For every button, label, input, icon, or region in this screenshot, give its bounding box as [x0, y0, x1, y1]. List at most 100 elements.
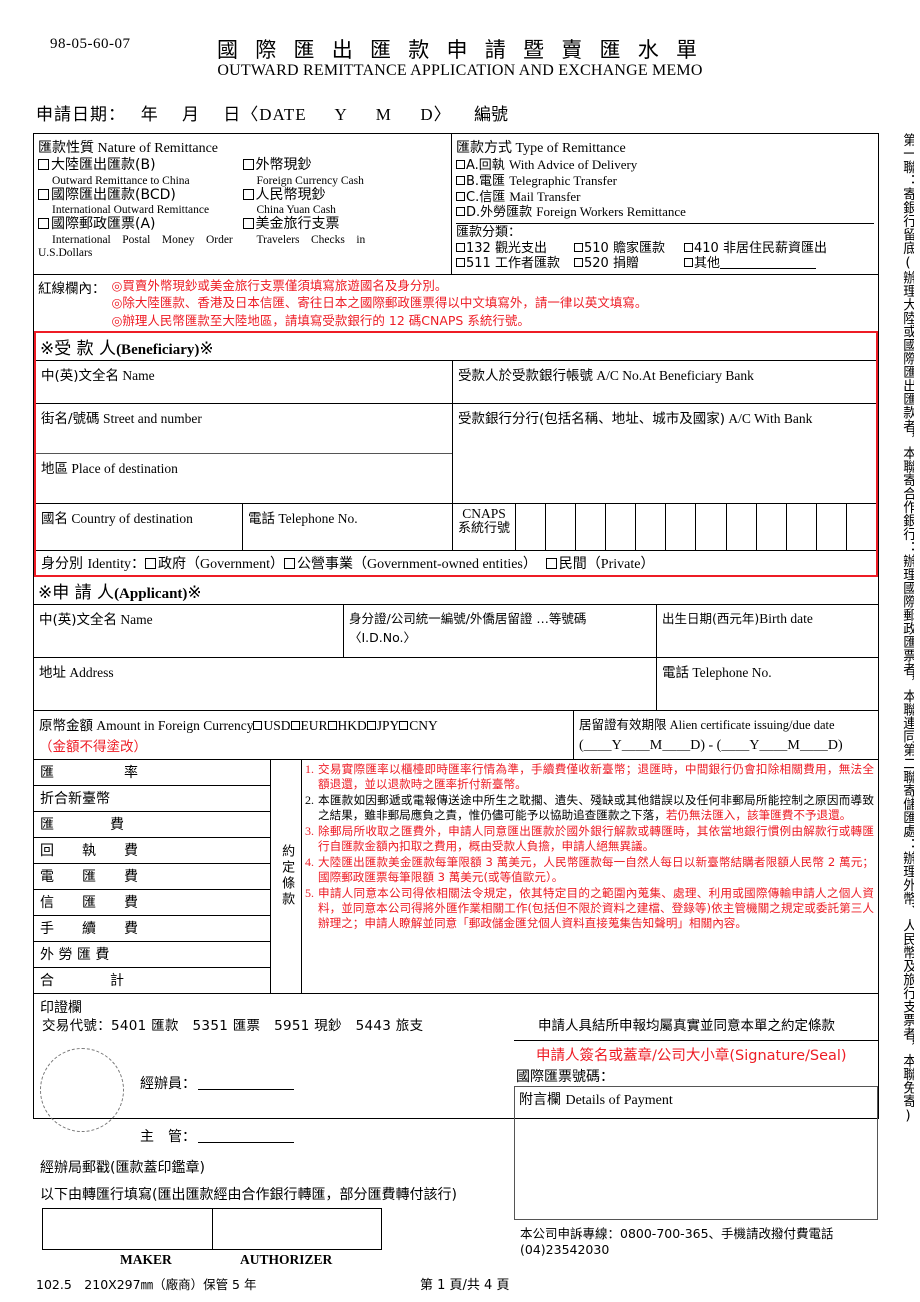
- fee-row[interactable]: 回 執 費: [34, 838, 270, 864]
- cnaps-cell-7[interactable]: [695, 503, 725, 550]
- applicant-address-field[interactable]: 地址 Address: [34, 657, 657, 710]
- checkbox-icon[interactable]: [684, 258, 693, 268]
- checkbox-icon[interactable]: [574, 258, 583, 268]
- nature-option-china-outward[interactable]: 大陸匯出匯款(B): [38, 157, 243, 174]
- authorizer-box[interactable]: [211, 1209, 382, 1249]
- beneficiary-telephone-field[interactable]: 電話 Telephone No.: [243, 503, 453, 550]
- checkbox-icon[interactable]: [327, 720, 337, 730]
- identity-option-state-owned[interactable]: 公營事業: [297, 556, 353, 572]
- checkbox-icon[interactable]: [242, 218, 254, 230]
- checkbox-icon[interactable]: [242, 159, 254, 170]
- supervisor-signature-input[interactable]: [198, 1129, 294, 1143]
- application-date-line[interactable]: 申請日期： 年 月 日〈DATE Y M D〉: [36, 100, 452, 125]
- beneficiary-bank-field[interactable]: 受款銀行分行(包括名稱、地址、城市及國家) A/C With Bank: [453, 404, 876, 503]
- term-text: 除郵局所收取之匯費外，申請人同意匯出匯款於國外銀行解款或轉匯時，其依當地銀行慣例…: [318, 824, 874, 854]
- nature-option-cny-cash[interactable]: 人民幣現鈔: [242, 187, 448, 204]
- cnaps-cell-1[interactable]: [515, 503, 545, 550]
- red-notice-block: 紅線欄內： ◎買賣外幣現鈔或美金旅行支票僅須填寫旅遊國名及身分別。 ◎除大陸匯款…: [34, 275, 878, 331]
- checkbox-icon[interactable]: [456, 175, 465, 185]
- cnaps-cell-4[interactable]: [605, 503, 635, 550]
- classification-option-other[interactable]: 其他: [684, 256, 817, 272]
- nature-option-travelers-checks[interactable]: 美金旅行支票: [242, 217, 448, 233]
- cnaps-cell-10[interactable]: [785, 503, 816, 550]
- cnaps-cell-12[interactable]: [845, 503, 876, 550]
- beneficiary-street-field[interactable]: 街名/號碼 Street and number: [36, 404, 452, 454]
- beneficiary-name-field[interactable]: 中(英)文全名 Name: [36, 360, 453, 403]
- details-of-payment-box[interactable]: 附言欄 Details of Payment: [514, 1086, 878, 1220]
- maker-box[interactable]: [43, 1209, 212, 1249]
- nature-of-remittance-block: 匯款性質 Nature of Remittance 大陸匯出匯款(B) Outw…: [34, 134, 452, 275]
- cnaps-cell-2[interactable]: [545, 503, 575, 550]
- maker-authorizer-boxes[interactable]: [42, 1208, 382, 1250]
- checkbox-icon[interactable]: [684, 242, 693, 252]
- clerk-signature-input[interactable]: [198, 1076, 294, 1090]
- clerk-signature-line[interactable]: 經辦員：: [140, 1073, 294, 1093]
- type-option-advice-of-delivery[interactable]: A.回執 With Advice of Delivery: [456, 157, 874, 174]
- checkbox-icon[interactable]: [456, 207, 465, 217]
- applicant-telephone-field[interactable]: 電話 Telephone No.: [657, 658, 878, 710]
- supervisor-signature-line[interactable]: 主 管：: [140, 1126, 294, 1146]
- amount-in-foreign-currency-field[interactable]: 原幣金額 Amount in Foreign Currency USD EUR HKD…: [34, 711, 573, 734]
- classification-option-410[interactable]: 410 非居住民薪資匯出: [684, 241, 827, 257]
- cnaps-cell-9[interactable]: [755, 503, 786, 550]
- fee-row[interactable]: 匯 費: [34, 812, 270, 838]
- fee-row[interactable]: 手 續 費: [34, 916, 270, 942]
- checkbox-icon[interactable]: [290, 720, 300, 730]
- cnaps-cell-11[interactable]: [815, 503, 846, 550]
- checkbox-icon[interactable]: [456, 242, 465, 252]
- cnaps-code-cells[interactable]: [515, 503, 876, 550]
- post-office-stamp-label: 經辦局郵戳(匯款蓋印鑑章): [40, 1160, 205, 1176]
- classification-option-510[interactable]: 510 贍家匯款: [574, 241, 684, 257]
- fee-row[interactable]: 電 匯 費: [34, 864, 270, 890]
- type-option-foreign-workers[interactable]: D.外勞匯款 Foreign Workers Remittance: [456, 205, 874, 221]
- checkbox-icon[interactable]: [283, 557, 295, 569]
- type-option-mail-transfer[interactable]: C.信匯 Mail Transfer: [456, 189, 874, 206]
- cnaps-label-cn: 系統行號: [457, 520, 510, 536]
- applicant-birthdate-field[interactable]: 出生日期(西元年)Birth date: [657, 605, 878, 657]
- applicant-id-field[interactable]: 身分證/公司統一編號/外僑居留證 …等號碼 〈I.D.No.〉: [344, 604, 657, 657]
- checkbox-icon[interactable]: [38, 159, 49, 170]
- checkbox-icon[interactable]: [242, 188, 254, 200]
- nature-heading-cn: 匯款性質: [38, 140, 94, 156]
- fee-row[interactable]: 外 勞 匯 費: [34, 942, 270, 968]
- other-classification-input[interactable]: [720, 256, 817, 270]
- alien-certificate-date-field[interactable]: (＿＿Y＿＿M＿＿D) - (＿＿Y＿＿M＿＿D): [574, 733, 878, 757]
- beneficiary-place-field[interactable]: 地區 Place of destination: [36, 454, 452, 503]
- checkbox-icon[interactable]: [574, 242, 583, 252]
- type-option-telegraphic-transfer[interactable]: B.電匯 Telegraphic Transfer: [456, 173, 874, 190]
- applicant-name-field[interactable]: 中(英)文全名 Name: [34, 604, 344, 657]
- draft-number-field[interactable]: 國際匯票號碼：: [514, 1066, 878, 1086]
- classification-option-511[interactable]: 511 工作者匯款: [456, 256, 574, 272]
- checkbox-icon[interactable]: [366, 720, 376, 730]
- checkbox-icon[interactable]: [456, 258, 465, 268]
- checkbox-icon[interactable]: [38, 218, 49, 230]
- cnaps-cell-8[interactable]: [725, 503, 756, 550]
- fee-row[interactable]: 信 匯 費: [34, 890, 270, 916]
- country-of-destination-field[interactable]: 國名 Country of destination: [36, 503, 243, 550]
- nature-option-international-outward[interactable]: 國際匯出匯款(BCD): [38, 187, 243, 204]
- fee-row[interactable]: 折合新臺幣: [34, 786, 270, 812]
- fee-row[interactable]: 匯 率: [34, 760, 270, 786]
- beneficiary-account-number-field[interactable]: 受款人於受款銀行帳號 A/C No.At Beneficiary Bank: [453, 361, 876, 403]
- identity-option-government[interactable]: 政府: [158, 556, 186, 572]
- fee-row[interactable]: 合 計: [34, 968, 270, 993]
- applicant-tel-label-en: Telephone No.: [692, 664, 772, 680]
- checkbox-icon[interactable]: [545, 557, 557, 569]
- serial-number-label[interactable]: 編號: [474, 100, 508, 125]
- checkbox-icon[interactable]: [456, 160, 465, 169]
- checkbox-icon[interactable]: [399, 720, 409, 730]
- term-text-part-2: 若仍無法匯入，該筆匯費不予退還。: [665, 807, 852, 822]
- checkbox-icon[interactable]: [145, 557, 156, 569]
- identity-option-private[interactable]: 民間: [559, 556, 587, 572]
- checkbox-icon[interactable]: [456, 191, 465, 201]
- cnaps-cell-3[interactable]: [575, 503, 605, 550]
- classification-option-520[interactable]: 520 捐贈: [574, 256, 684, 272]
- nature-option-postal-money-order[interactable]: 國際郵政匯票(A): [38, 217, 243, 233]
- checkbox-icon[interactable]: [38, 188, 49, 200]
- checkbox-icon[interactable]: [253, 720, 263, 730]
- classification-option-132[interactable]: 132 觀光支出: [456, 241, 574, 257]
- cnaps-cell-5[interactable]: [635, 503, 665, 550]
- nature-option-foreign-cash[interactable]: 外幣現鈔: [242, 157, 448, 174]
- applicant-section-header: ※申 請 人(Applicant)※: [34, 577, 878, 605]
- cnaps-cell-6[interactable]: [665, 503, 695, 550]
